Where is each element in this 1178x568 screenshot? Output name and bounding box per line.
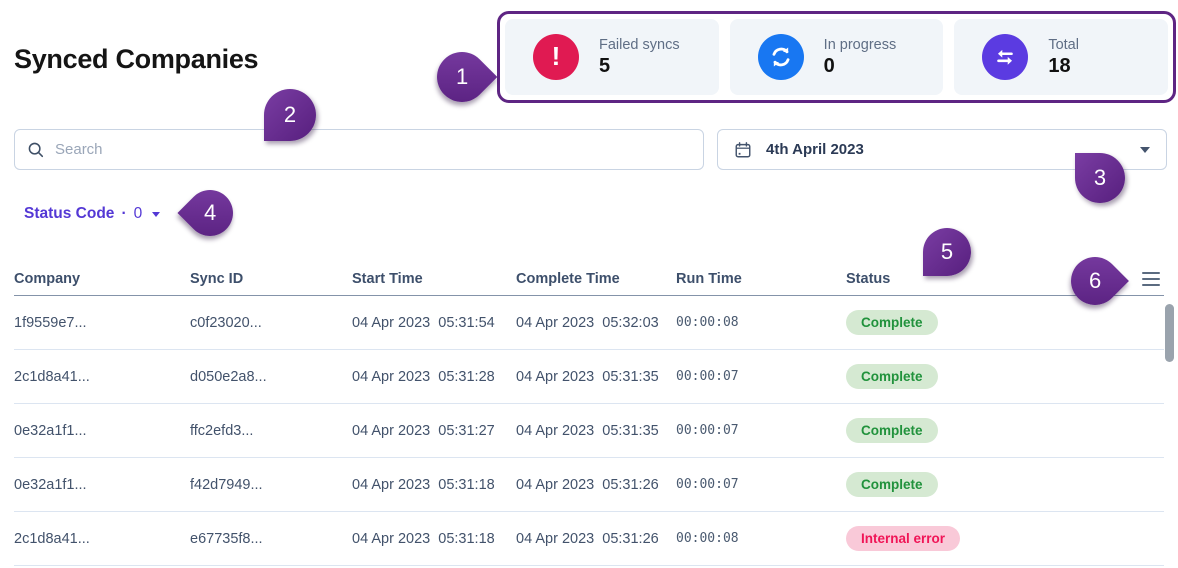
complete-time-cell: 04 Apr 2023 05:31:26 [516, 476, 659, 493]
column-header-run-time[interactable]: Run Time [676, 271, 846, 287]
stats-row: ! Failed syncs 5 In progress 0 Total 18 [505, 19, 1169, 95]
status-badge: Complete [846, 364, 938, 389]
complete-time-cell: 04 Apr 2023 05:32:03 [516, 314, 659, 331]
column-header-complete-time[interactable]: Complete Time [516, 271, 676, 287]
stat-label: In progress [823, 36, 897, 53]
table-row[interactable]: 1f9559e7... c0f23020... 04 Apr 2023 05:3… [14, 296, 1164, 350]
date-picker-value: 4th April 2023 [766, 141, 864, 158]
annotation-number: 2 [283, 102, 297, 127]
run-time-cell: 00:00:07 [676, 423, 739, 438]
column-header-sync-id[interactable]: Sync ID [190, 271, 352, 287]
table-row[interactable]: 0e32a1f1... ffc2efd3... 04 Apr 2023 05:3… [14, 404, 1164, 458]
calendar-icon [734, 141, 752, 159]
status-filter-count: 0 [133, 205, 143, 222]
start-time-cell: 04 Apr 2023 05:31:18 [352, 530, 495, 547]
complete-time-cell: 04 Apr 2023 05:31:35 [516, 422, 659, 439]
annotation-marker-1: 1 [426, 41, 498, 113]
chevron-down-icon [1140, 146, 1150, 153]
status-filter-separator: · [121, 205, 127, 222]
status-code-filter[interactable]: Status Code · 0 [24, 205, 161, 223]
failed-syncs-card: ! Failed syncs 5 [505, 19, 719, 95]
status-badge: Complete [846, 418, 938, 443]
annotation-number: 5 [940, 239, 954, 264]
annotation-marker-3: 3 [1075, 153, 1125, 203]
annotation-number: 3 [1093, 165, 1107, 190]
search-icon [27, 141, 45, 159]
status-badge: Internal error [846, 526, 961, 551]
company-cell: 0e32a1f1... [14, 422, 87, 439]
chevron-down-icon [152, 211, 161, 217]
stat-label: Total [1048, 36, 1079, 53]
sync-id-cell: ffc2efd3... [190, 422, 254, 439]
status-filter-label: Status Code [24, 205, 115, 222]
company-cell: 0e32a1f1... [14, 476, 87, 493]
stat-label: Failed syncs [599, 36, 680, 53]
column-header-start-time[interactable]: Start Time [352, 271, 516, 287]
total-card: Total 18 [954, 19, 1169, 95]
page-title: Synced Companies [14, 44, 259, 74]
in-progress-card: In progress 0 [729, 19, 944, 95]
stat-value: 0 [823, 54, 835, 77]
stat-value: 18 [1048, 54, 1071, 77]
table-row[interactable]: 0e32a1f1... f42d7949... 04 Apr 2023 05:3… [14, 458, 1164, 512]
sync-id-cell: f42d7949... [190, 476, 263, 493]
annotation-number: 1 [455, 64, 469, 89]
company-cell: 2c1d8a41... [14, 368, 90, 385]
complete-time-cell: 04 Apr 2023 05:31:35 [516, 368, 659, 385]
run-time-cell: 00:00:08 [676, 315, 739, 330]
table-menu-icon[interactable] [1142, 272, 1160, 290]
run-time-cell: 00:00:08 [676, 531, 739, 546]
annotation-number: 6 [1088, 268, 1102, 293]
annotation-marker-2: 2 [264, 89, 316, 141]
sync-id-cell: e67735f8... [190, 530, 263, 547]
table-row[interactable]: 2c1d8a41... d050e2a8... 04 Apr 2023 05:3… [14, 350, 1164, 404]
start-time-cell: 04 Apr 2023 05:31:27 [352, 422, 495, 439]
transfer-arrows-icon [982, 34, 1029, 80]
start-time-cell: 04 Apr 2023 05:31:18 [352, 476, 495, 493]
sync-table: Company Sync ID Start Time Complete Time… [14, 262, 1164, 566]
status-badge: Complete [846, 310, 938, 335]
annotation-number: 4 [203, 200, 217, 225]
company-cell: 2c1d8a41... [14, 530, 90, 547]
annotation-marker-5: 5 [923, 228, 971, 276]
stat-value: 5 [599, 54, 611, 77]
scrollbar-thumb[interactable] [1165, 304, 1174, 362]
search-box[interactable] [14, 129, 704, 170]
column-header-company[interactable]: Company [14, 271, 190, 287]
table-row[interactable]: 2c1d8a41... e67735f8... 04 Apr 2023 05:3… [14, 512, 1164, 566]
refresh-icon [757, 34, 804, 80]
table-header-row: Company Sync ID Start Time Complete Time… [14, 262, 1164, 296]
start-time-cell: 04 Apr 2023 05:31:54 [352, 314, 495, 331]
search-input[interactable] [55, 141, 691, 158]
start-time-cell: 04 Apr 2023 05:31:28 [352, 368, 495, 385]
sync-id-cell: d050e2a8... [190, 368, 267, 385]
synced-companies-page: Synced Companies ! Failed syncs 5 In pro… [0, 0, 1178, 568]
sync-id-cell: c0f23020... [190, 314, 262, 331]
annotation-marker-4: 4 [177, 180, 243, 246]
complete-time-cell: 04 Apr 2023 05:31:26 [516, 530, 659, 547]
company-cell: 1f9559e7... [14, 314, 87, 331]
alert-icon: ! [533, 34, 579, 80]
run-time-cell: 00:00:07 [676, 369, 739, 384]
run-time-cell: 00:00:07 [676, 477, 739, 492]
status-badge: Complete [846, 472, 938, 497]
